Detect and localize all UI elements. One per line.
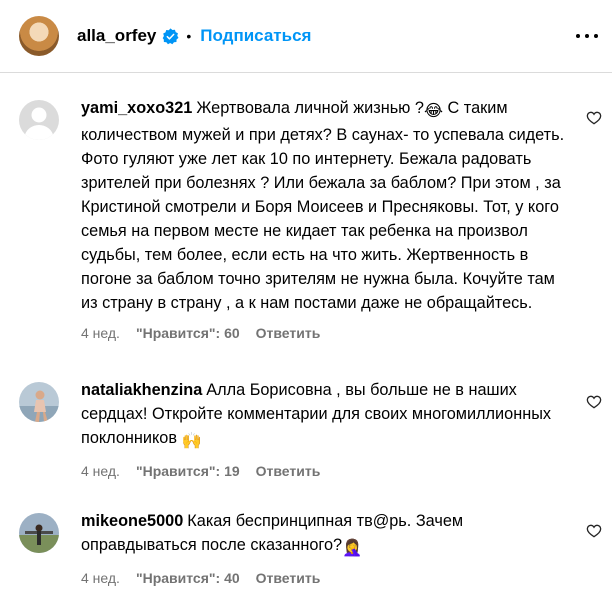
like-heart-icon[interactable] bbox=[586, 523, 602, 539]
comment-time[interactable]: 4 нед. bbox=[81, 463, 120, 479]
like-heart-icon[interactable] bbox=[586, 110, 602, 126]
comment-text: yami_xoxo321 Жертвовала личной жизнью ?😂 … bbox=[81, 99, 565, 312]
comment-meta: 4 нед. "Нравится": 19 Ответить bbox=[81, 463, 571, 479]
laughing-emoji-icon: 😂 bbox=[423, 102, 443, 120]
comment-likes[interactable]: "Нравится": 40 bbox=[136, 570, 240, 586]
commenter-avatar-default[interactable] bbox=[19, 100, 59, 140]
separator-dot: • bbox=[186, 28, 192, 44]
commenter-avatar[interactable] bbox=[19, 382, 59, 422]
comment-username[interactable]: yami_xoxo321 bbox=[81, 99, 192, 117]
comment-time[interactable]: 4 нед. bbox=[81, 570, 120, 586]
comment-likes[interactable]: "Нравится": 19 bbox=[136, 463, 240, 479]
more-options-icon[interactable] bbox=[576, 26, 598, 46]
reply-button[interactable]: Ответить bbox=[256, 325, 321, 341]
comment-username[interactable]: mikeone5000 bbox=[81, 512, 183, 530]
comment-text: mikeone5000 Какая беспринципная тв@рь. За… bbox=[81, 509, 571, 560]
reply-button[interactable]: Ответить bbox=[256, 570, 321, 586]
commenter-avatar[interactable] bbox=[19, 513, 59, 553]
comment-meta: 4 нед. "Нравится": 60 Ответить bbox=[81, 325, 571, 341]
raised-hands-emoji-icon: 🙌 bbox=[181, 432, 202, 450]
comment-likes[interactable]: "Нравится": 60 bbox=[136, 325, 240, 341]
author-avatar[interactable] bbox=[19, 16, 59, 56]
like-heart-icon[interactable] bbox=[586, 394, 602, 410]
facepalm-emoji-icon: 🤦‍♀️ bbox=[342, 539, 363, 557]
comment-time[interactable]: 4 нед. bbox=[81, 325, 120, 341]
follow-button[interactable]: Подписаться bbox=[200, 26, 311, 46]
post-header: alla_orfey • Подписаться bbox=[0, 0, 612, 73]
verified-badge-icon bbox=[162, 27, 179, 45]
comment-meta: 4 нед. "Нравится": 40 Ответить bbox=[81, 570, 571, 586]
reply-button[interactable]: Ответить bbox=[256, 463, 321, 479]
comment-username[interactable]: nataliakhenzina bbox=[81, 381, 202, 399]
author-username[interactable]: alla_orfey bbox=[77, 26, 156, 46]
comment-text: nataliakhenzina Алла Борисовна , вы больш… bbox=[81, 378, 571, 453]
